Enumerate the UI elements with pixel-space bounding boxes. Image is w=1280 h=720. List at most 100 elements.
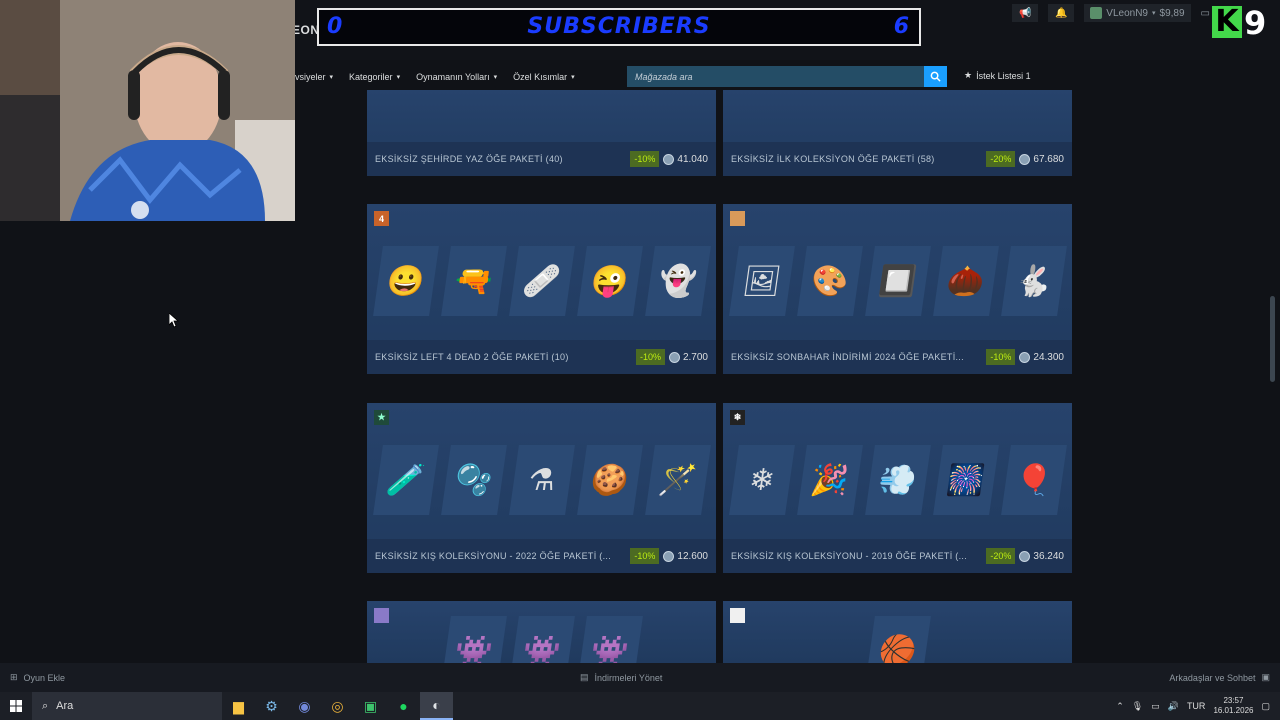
item-preview: 🖼 [728,246,795,316]
webcam-overlay [0,0,295,221]
system-tray: ⌃ 🎙 ▭ 🔊 TUR 23:57 16.01.2026 ▢ [1116,692,1280,720]
discount-badge: -20% [986,151,1016,167]
card-footer: EKSİKSİZ KIŞ KOLEKSİYONU - 2022 ÖĞE PAKE… [367,539,716,573]
wishlist-link[interactable]: ★ İstek Listesi 1 [964,70,1031,81]
item-previews: 🖼 🎨 🔲 🌰 🐇 [723,226,1072,336]
file-explorer-icon[interactable]: ▆ [222,692,255,720]
speaker-icon[interactable]: 🔊 [1168,701,1179,712]
subscriber-count-right: 6 [893,14,909,39]
card-title: EKSİKSİZ KIŞ KOLEKSİYONU - 2019 ÖĞE PAKE… [731,551,968,561]
microphone-icon[interactable]: 🎙 [1132,701,1143,712]
search-input[interactable] [627,66,924,87]
manage-downloads-button[interactable]: ▤ İndirmeleri Yönet [580,672,662,683]
app-green-icon[interactable]: ▣ [354,692,387,720]
item-previews: 🏀 [723,616,1072,663]
item-preview: ❄ [728,445,795,515]
item-preview: 🌰 [932,246,999,316]
add-game-button[interactable]: ⊞ Oyun Ekle [10,672,65,683]
discord-icon[interactable]: ◉ [288,692,321,720]
chrome-icon[interactable]: ◎ [321,692,354,720]
item-previews: 😀 🔫 🩹 😜 👻 [367,226,716,336]
windows-taskbar: ⌕ Ara ▆ ⚙ ◉ ◎ ▣ ● ◐ ⌃ 🎙 ▭ 🔊 TUR 23:57 16… [0,692,1280,720]
settings-app-icon[interactable]: ⚙ [255,692,288,720]
card-footer: EKSİKSİZ ŞEHİRDE YAZ ÖĞE PAKETİ (40) -10… [367,142,716,176]
points-coin-icon [668,351,680,363]
bundle-card[interactable]: 👾 👾 👾 [367,601,716,663]
item-preview: 😜 [576,246,643,316]
item-preview: 🐇 [1000,246,1067,316]
price: 41.040 [663,153,708,165]
monster-badge-icon [374,608,389,623]
item-preview: 🎈 [1000,445,1067,515]
card-footer: EKSİKSİZ LEFT 4 DEAD 2 ÖĞE PAKETİ (10) -… [367,340,716,374]
points-coin-icon [1019,351,1031,363]
scrollbar[interactable] [1270,296,1275,382]
autumn-badge-icon [730,211,745,226]
mouse-cursor-icon [169,313,179,328]
bundle-card[interactable]: 🖼 🎨 🔲 🌰 🐇 EKSİKSİZ SONBAHAR İNDİRİMİ 202… [723,204,1072,374]
card-title: EKSİKSİZ KIŞ KOLEKSİYONU - 2022 ÖĞE PAKE… [375,551,612,561]
points-coin-icon [663,153,675,165]
windows-start-button[interactable] [0,692,32,720]
star-badge-icon: ★ [374,410,389,425]
user-name: VLeonN9 [1106,7,1148,19]
bundle-card[interactable]: ❄ ❄ 🎉 💨 🎆 🎈 EKSİKSİZ KIŞ KOLEKSİYONU - 2… [723,403,1072,573]
steam-icon[interactable]: ◐ [420,692,453,720]
chevron-down-icon: ▾ [571,74,575,81]
friends-chat-button[interactable]: Arkadaşlar ve Sohbet ▣ [1169,672,1270,683]
store-search [627,66,947,87]
big-picture-icon[interactable]: ▭ [1201,8,1210,19]
bundle-card[interactable]: 🏀 [723,601,1072,663]
item-preview: 👻 [644,246,711,316]
network-icon[interactable]: ▭ [1151,701,1160,712]
price: 12.600 [663,550,708,562]
item-preview: 💨 [864,445,931,515]
user-menu[interactable]: VLeonN9 ▾ $9,89 [1084,4,1191,22]
notification-center-icon[interactable]: ▢ [1261,701,1270,712]
discount-badge: -10% [635,349,665,365]
item-previews: 👾 👾 👾 [367,616,716,663]
points-coin-icon [1019,153,1031,165]
card-footer: EKSİKSİZ İLK KOLEKSİYON ÖĞE PAKETİ (58) … [723,142,1072,176]
bundle-card[interactable]: 4 😀 🔫 🩹 😜 👻 EKSİKSİZ LEFT 4 DEAD 2 ÖĞE P… [367,204,716,374]
spotify-icon[interactable]: ● [387,692,420,720]
chevron-up-icon[interactable]: ⌃ [1116,701,1124,712]
item-preview: 👾 [440,616,507,663]
item-preview: 👾 [576,616,643,663]
chat-icon: ▣ [1261,672,1270,682]
logo-k: K [1212,6,1242,38]
l4d2-badge-icon: 4 [374,211,389,226]
card-title: EKSİKSİZ ŞEHİRDE YAZ ÖĞE PAKETİ (40) [375,154,563,164]
card-footer: EKSİKSİZ SONBAHAR İNDİRİMİ 2024 ÖĞE PAKE… [723,340,1072,374]
taskbar-search[interactable]: ⌕ Ara [32,692,222,720]
steam-top-tray: 📢 🔔 VLeonN9 ▾ $9,89 ▭ [1012,4,1210,22]
baseball-badge-icon [730,608,745,623]
clock[interactable]: 23:57 16.01.2026 [1213,696,1253,716]
plus-icon: ⊞ [10,672,18,682]
item-preview: 🎉 [796,445,863,515]
nav-recommendations[interactable]: avsiyeler ▾ [290,72,333,82]
language-indicator[interactable]: TUR [1187,701,1206,711]
nav-categories[interactable]: Kategoriler ▾ [349,72,400,82]
points-coin-icon [663,550,675,562]
notifications-icon[interactable]: 🔔 [1048,4,1075,22]
nav-ways-to-play[interactable]: Oynamanın Yolları ▾ [416,72,497,82]
item-preview: 🪄 [644,445,711,515]
bundle-card[interactable]: ★ 🧪 🫧 ⚗ 🍪 🪄 EKSİKSİZ KIŞ KOLEKSİYONU - 2… [367,403,716,573]
chevron-down-icon: ▾ [1152,10,1156,17]
item-preview: 🎨 [796,246,863,316]
item-preview: 🎆 [932,445,999,515]
item-preview: 🩹 [508,246,575,316]
star-icon: ★ [964,70,973,80]
bundle-card[interactable]: EKSİKSİZ ŞEHİRDE YAZ ÖĞE PAKETİ (40) -10… [367,90,716,176]
item-preview: 🍪 [576,445,643,515]
snowflake-badge-icon: ❄ [730,410,745,425]
nav-special-sections[interactable]: Özel Kısımlar ▾ [513,72,575,82]
broadcast-icon[interactable]: 📢 [1012,4,1039,22]
subscriber-title: SUBSCRIBERS [527,14,711,39]
search-icon[interactable] [924,66,947,87]
bundle-card[interactable]: EKSİKSİZ İLK KOLEKSİYON ÖĞE PAKETİ (58) … [723,90,1072,176]
steam-bottom-bar: ⊞ Oyun Ekle ▤ İndirmeleri Yönet Arkadaşl… [0,663,1280,692]
streamer-webcam-image [0,0,295,221]
logo-9: 9 [1244,4,1267,42]
